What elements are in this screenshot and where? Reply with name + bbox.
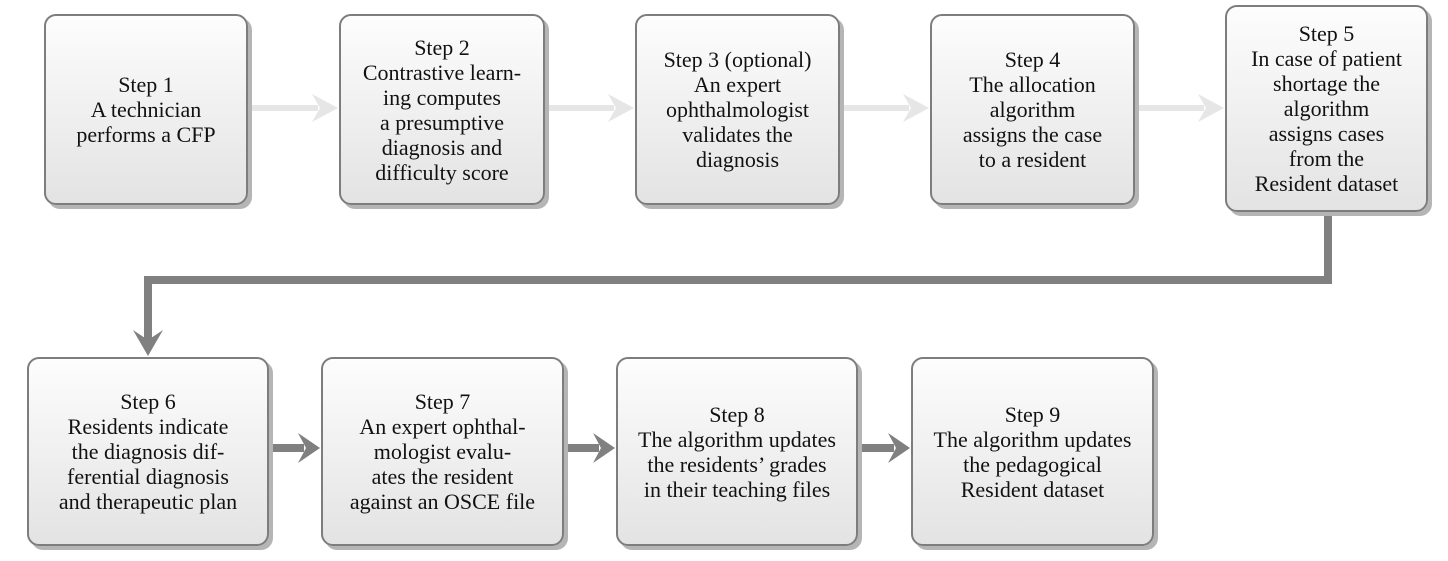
flowchart: Step 1A technician performs a CFP Step 2C… (0, 0, 1448, 561)
step-text-line: from the (1288, 146, 1365, 171)
step-text-line: and therapeutic plan (58, 489, 238, 514)
step-text-line: to a resident (978, 147, 1087, 172)
step-title: Step 5 (1298, 21, 1355, 46)
edge-step-3-to-step-4 (844, 94, 929, 122)
step-text-line: assigns the case (962, 122, 1103, 147)
step-text-line: An expert (693, 72, 782, 97)
step-text-line: algorithm (989, 97, 1076, 122)
step-1-box: Step 1A technician performs a CFP (44, 14, 248, 205)
step-text-line: ates the resident (371, 464, 514, 489)
step-text-line: The algorithm updates (638, 426, 836, 452)
step-title: Step 7 (414, 389, 471, 414)
step-text-line: Resident dataset (1254, 171, 1399, 196)
step-text-line: diagnosis (695, 147, 780, 172)
edge-step-8-to-step-9 (862, 433, 910, 463)
step-title: Step 9 (1004, 401, 1061, 427)
step-title: Step 3 (optional) (663, 47, 812, 72)
step-text-line: diagnosis and (381, 134, 503, 160)
step-text-line: An expert ophthal- (359, 414, 526, 439)
step-5-box: Step 5 In case of patient shortage the algo… (1225, 5, 1428, 212)
step-text-line: mologist evalu- (373, 439, 512, 464)
step-text-line: ophthalmologist (666, 97, 809, 122)
edge-step-4-to-step-5 (1139, 94, 1224, 122)
step-text-line: ferential diagnosis (67, 464, 229, 489)
step-text-line: In case of patient (1251, 46, 1402, 71)
step-title: Step 2 (414, 34, 470, 60)
step-8-box: Step 8 The algorithm updates the residents… (616, 357, 858, 546)
step-text-line: difficulty score (375, 159, 509, 185)
step-text-line: assigns cases (1268, 121, 1385, 146)
edge-step-2-to-step-3 (549, 94, 634, 122)
step-text-line: Residents indicate (67, 414, 229, 439)
connector-line (144, 212, 1332, 342)
step-text-line: the diagnosis dif- (71, 439, 225, 464)
step-text-line: performs a CFP (76, 122, 216, 147)
edge-step-5-to-step-6 (133, 212, 1332, 356)
step-text-line: A technician (90, 97, 202, 122)
step-3-box: Step 3 (optional) An expert ophthalmologis… (635, 14, 840, 205)
step-text-line: against an OSCE file (349, 489, 536, 514)
step-text-line: The allocation (969, 72, 1096, 97)
edge-step-7-to-step-8 (568, 433, 615, 463)
step-9-box: Step 9 The algorithm updates the pedagogic… (911, 357, 1154, 546)
step-title: Step 1 (118, 72, 174, 97)
step-6-box: Step 6 Residents indicate the diagnosis di… (27, 357, 269, 546)
step-title: Step 8 (709, 401, 765, 427)
edge-step-1-to-step-2 (252, 94, 338, 122)
step-text-line: in their teaching files (643, 476, 831, 502)
step-text-line: Resident dataset (960, 476, 1105, 502)
step-text-line: Contrastive learn- (362, 59, 522, 85)
step-7-box: Step 7 An expert ophthal-mologist evalu-a… (321, 357, 564, 546)
step-text-line: ing computes (383, 84, 501, 110)
step-text-line: a presumptive (379, 109, 505, 135)
step-title: Step 4 (1004, 47, 1061, 72)
step-text-line: the pedagogical (963, 451, 1102, 477)
step-text-line: shortage the (1273, 71, 1380, 96)
step-2-box: Step 2 Contrastive learn-ing computes a pr… (339, 14, 545, 205)
edge-step-6-to-step-7 (273, 433, 320, 463)
step-text-line: The algorithm updates (933, 426, 1132, 452)
step-text-line: validates the (682, 122, 793, 147)
step-title: Step 6 (120, 389, 176, 414)
step-text-line: the residents’ grades (647, 451, 827, 477)
step-text-line: algorithm (1283, 96, 1370, 121)
step-4-box: Step 4 The allocation algorithm assigns the… (930, 14, 1135, 205)
